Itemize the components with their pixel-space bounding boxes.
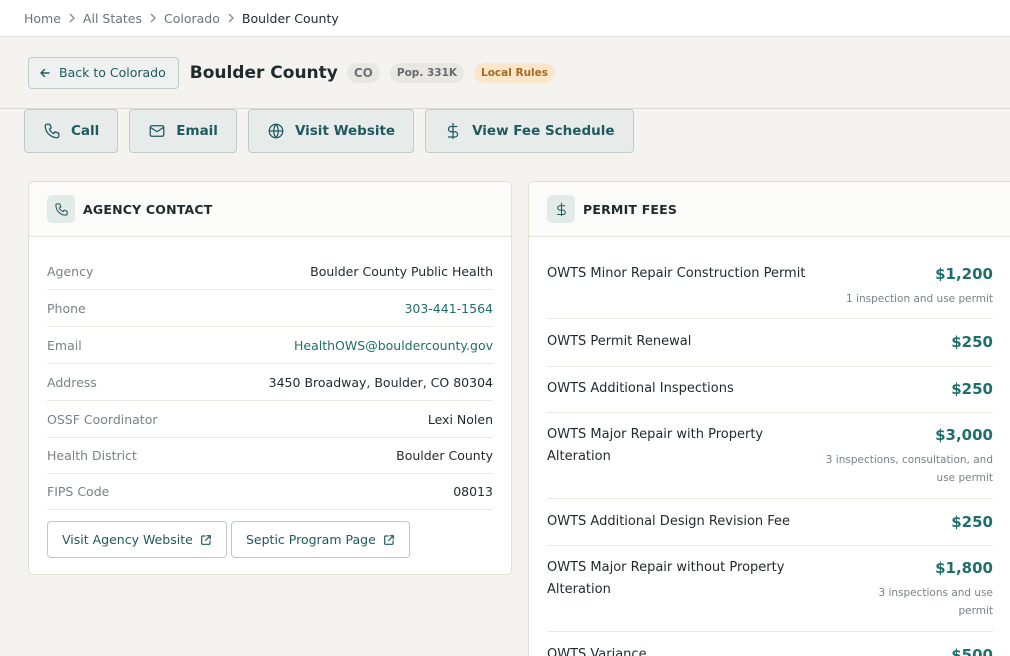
state-badge: CO: [346, 62, 380, 83]
visit-website-button[interactable]: Visit Website: [247, 109, 415, 153]
contact-row-health-district: Health District Boulder County: [47, 437, 493, 474]
permit-fees-header: PERMIT FEES: [529, 182, 1010, 237]
county-header: Back to Colorado Boulder County CO Pop. …: [0, 37, 1010, 109]
agency-contact-header: AGENCY CONTACT: [29, 182, 511, 237]
fee-name: OWTS Additional Design Revision Fee: [547, 514, 791, 529]
contact-label: Address: [47, 374, 97, 390]
agency-contact-title: AGENCY CONTACT: [83, 201, 213, 217]
arrow-left-icon: [40, 68, 50, 77]
visit-website-label: Visit Website: [294, 123, 396, 139]
breadcrumb-all-states[interactable]: All States: [83, 11, 142, 26]
fee-name: OWTS Minor Repair Construction Permit: [547, 266, 806, 281]
fee-price: $500: [951, 646, 993, 656]
fee-row: OWTS Additional Design Revision Fee $250: [547, 511, 993, 546]
breadcrumb-current: Boulder County: [241, 10, 339, 26]
fee-row: OWTS Major Repair with Property Alterati…: [547, 424, 993, 499]
contact-label: Health District: [47, 447, 137, 463]
fee-price: $250: [951, 513, 993, 531]
fee-row: OWTS Variance $500: [547, 644, 993, 656]
fee-row: OWTS Additional Inspections $250: [547, 378, 993, 413]
breadcrumb-state[interactable]: Colorado: [164, 11, 220, 26]
external-link-icon: [383, 534, 394, 545]
contact-label: Email: [47, 337, 82, 353]
visit-agency-website-label: Visit Agency Website: [62, 532, 193, 547]
dollar-icon: [547, 195, 575, 223]
septic-program-page-button[interactable]: Septic Program Page: [231, 521, 410, 558]
permit-fees-title: PERMIT FEES: [583, 201, 678, 217]
mail-icon: [149, 125, 165, 137]
fee-price: $1,200: [935, 265, 993, 283]
contact-value: Boulder County: [396, 447, 493, 463]
phone-icon: [47, 195, 75, 223]
chevron-right-icon: [227, 13, 235, 23]
visit-agency-website-button[interactable]: Visit Agency Website: [47, 521, 227, 558]
contact-row-email: Email HealthOWS@bouldercounty.gov: [47, 327, 493, 364]
permit-fees-card: PERMIT FEES OWTS Minor Repair Constructi…: [528, 181, 1010, 656]
call-button[interactable]: Call: [24, 109, 119, 153]
population-badge: Pop. 331K: [389, 62, 465, 83]
phone-link[interactable]: 303-441-1564: [404, 301, 493, 316]
email-button[interactable]: Email: [129, 109, 237, 153]
globe-icon: [268, 123, 284, 139]
fee-row: OWTS Minor Repair Construction Permit $1…: [547, 263, 993, 319]
breadcrumb: Home All States Colorado Boulder County: [0, 0, 1010, 37]
page-title: Boulder County: [189, 62, 338, 83]
dollar-icon: [447, 122, 459, 140]
fee-name: OWTS Additional Inspections: [547, 381, 734, 396]
fee-name: OWTS Permit Renewal: [547, 334, 692, 349]
fee-price: $250: [951, 380, 993, 398]
fee-note: 3 inspections and use permit: [878, 587, 993, 617]
contact-value: Lexi Nolen: [427, 411, 493, 427]
contact-value: 08013: [453, 483, 493, 499]
contact-row-agency: Agency Boulder County Public Health: [47, 253, 493, 290]
contact-label: Agency: [47, 263, 94, 279]
chevron-right-icon: [68, 13, 76, 23]
fee-note: 1 inspection and use permit: [846, 293, 993, 305]
contact-row-coordinator: OSSF Coordinator Lexi Nolen: [47, 401, 493, 438]
septic-program-page-label: Septic Program Page: [246, 532, 376, 547]
back-button[interactable]: Back to Colorado: [28, 56, 179, 89]
email-link[interactable]: HealthOWS@bouldercounty.gov: [294, 338, 493, 353]
fee-name: OWTS Variance: [547, 647, 647, 656]
view-fee-schedule-label: View Fee Schedule: [472, 123, 615, 139]
fee-name: OWTS Major Repair with Property Alterati…: [547, 427, 764, 464]
contact-label: FIPS Code: [47, 483, 110, 499]
fee-price: $3,000: [935, 426, 993, 444]
contact-label: Phone: [47, 300, 86, 316]
contact-row-phone: Phone 303-441-1564: [47, 290, 493, 327]
contact-row-address: Address 3450 Broadway, Boulder, CO 80304: [47, 364, 493, 401]
action-bar: Call Email Visit Website View Fee Schedu…: [24, 109, 645, 153]
view-fee-schedule-button[interactable]: View Fee Schedule: [425, 109, 634, 153]
contact-label: OSSF Coordinator: [47, 411, 158, 427]
contact-value: 3450 Broadway, Boulder, CO 80304: [268, 374, 493, 390]
chevron-right-icon: [149, 13, 157, 23]
local-rules-badge: Local Rules: [474, 62, 556, 83]
agency-contact-card: AGENCY CONTACT Agency Boulder County Pub…: [28, 181, 512, 575]
fee-note: 3 inspections, consultation, and use per…: [825, 454, 993, 484]
external-link-icon: [200, 534, 211, 545]
phone-icon: [44, 123, 60, 139]
fee-price: $250: [951, 333, 993, 351]
fee-row: OWTS Permit Renewal $250: [547, 331, 993, 367]
contact-row-fips: FIPS Code 08013: [47, 473, 493, 510]
breadcrumb-home[interactable]: Home: [24, 11, 61, 26]
fee-price: $1,800: [935, 559, 993, 577]
email-button-label: Email: [176, 123, 218, 139]
fee-row: OWTS Major Repair without Property Alter…: [547, 557, 993, 632]
fee-name: OWTS Major Repair without Property Alter…: [547, 560, 785, 597]
contact-value: Boulder County Public Health: [310, 263, 493, 279]
back-button-label: Back to Colorado: [59, 65, 166, 80]
call-button-label: Call: [71, 123, 100, 139]
